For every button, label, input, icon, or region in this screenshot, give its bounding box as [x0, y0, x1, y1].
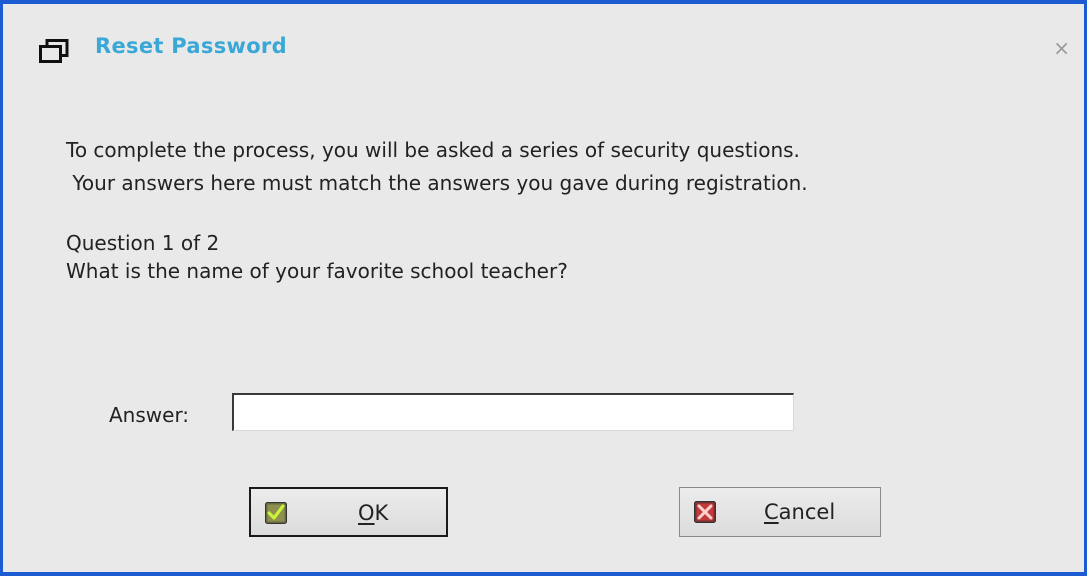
x-icon — [694, 501, 716, 523]
ok-button[interactable]: OK — [249, 487, 448, 537]
checkmark-icon — [265, 502, 287, 524]
dialog-title: Reset Password — [95, 34, 287, 58]
title-bar: Reset Password × — [3, 4, 1084, 84]
instruction-line-2: Your answers here must match the answers… — [66, 171, 808, 195]
question-counter: Question 1 of 2 — [66, 231, 220, 255]
instruction-line-1: To complete the process, you will be ask… — [66, 138, 800, 162]
window-restore-icon — [39, 39, 69, 63]
instruction-message: To complete the process, you will be ask… — [66, 134, 808, 200]
close-icon[interactable]: × — [1053, 38, 1070, 58]
question-text: What is the name of your favorite school… — [66, 259, 568, 283]
answer-input[interactable] — [232, 393, 794, 431]
cancel-button-label: Cancel — [764, 500, 836, 524]
reset-password-dialog: Reset Password × To complete the process… — [0, 0, 1087, 576]
answer-label: Answer: — [109, 403, 190, 427]
cancel-button[interactable]: Cancel — [679, 487, 881, 537]
ok-button-label: OK — [358, 501, 389, 525]
question-block: Question 1 of 2 What is the name of your… — [66, 229, 568, 285]
